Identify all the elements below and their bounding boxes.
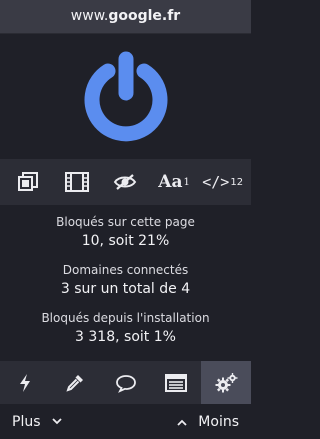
hostname-prefix: www.	[70, 8, 109, 24]
blocked-page-label: Bloqués sur cette page	[56, 215, 195, 229]
no-popups-switch[interactable]	[6, 162, 50, 202]
logger-list-icon	[164, 373, 187, 392]
zapper-button[interactable]	[0, 361, 50, 404]
no-cosmetic-filtering-switch[interactable]	[103, 162, 147, 202]
per-site-switches: Aa 1 </> 12	[0, 159, 251, 205]
no-popups-icon	[18, 172, 39, 191]
speech-bubble-icon	[115, 374, 136, 393]
blocked-total-label: Bloqués depuis l'installation	[41, 311, 210, 325]
eyedropper-icon	[66, 374, 84, 392]
logger-button[interactable]	[151, 361, 201, 404]
chevron-down-icon	[51, 417, 62, 424]
no-remote-fonts-icon: Aa	[158, 172, 183, 192]
no-remote-fonts-switch[interactable]: Aa 1	[152, 162, 196, 202]
domains-label: Domaines connectés	[62, 263, 189, 277]
no-scripting-switch[interactable]: </> 12	[201, 162, 245, 202]
bottom-toolbar	[0, 361, 252, 404]
gears-icon	[215, 372, 238, 392]
blocked-total-value: 3 318, soit 1%	[75, 329, 176, 345]
blocked-page-value: 10, soit 21%	[81, 233, 170, 249]
report-button[interactable]	[100, 361, 150, 404]
footer: Plus Moins	[0, 404, 251, 439]
ublock-popup: www.google.fr Aa 1 </> 12 Bloqués sur ce…	[0, 0, 252, 439]
less-button[interactable]: Moins	[172, 414, 239, 430]
scripting-count: 12	[230, 176, 244, 188]
no-large-media-switch[interactable]	[55, 162, 99, 202]
hostname-header: www.google.fr	[0, 0, 251, 34]
power-area	[0, 34, 251, 160]
hostname-domain: google.fr	[108, 8, 181, 24]
domains-value: 3 sur un total de 4	[60, 281, 191, 297]
picker-button[interactable]	[50, 361, 100, 404]
less-label: Moins	[198, 413, 239, 430]
no-scripting-icon: </>	[202, 173, 230, 191]
lightning-icon	[20, 373, 31, 392]
stats-panel: Bloqués sur cette page 10, soit 21% Doma…	[0, 214, 251, 358]
remote-fonts-count: 1	[183, 176, 190, 188]
no-large-media-icon	[64, 172, 89, 192]
dashboard-button[interactable]	[200, 361, 252, 404]
no-cosmetic-filtering-icon	[114, 174, 137, 190]
more-label: Plus	[12, 413, 41, 430]
chevron-up-icon	[177, 419, 187, 426]
more-button[interactable]: Plus	[12, 414, 67, 430]
power-icon[interactable]	[78, 49, 174, 145]
